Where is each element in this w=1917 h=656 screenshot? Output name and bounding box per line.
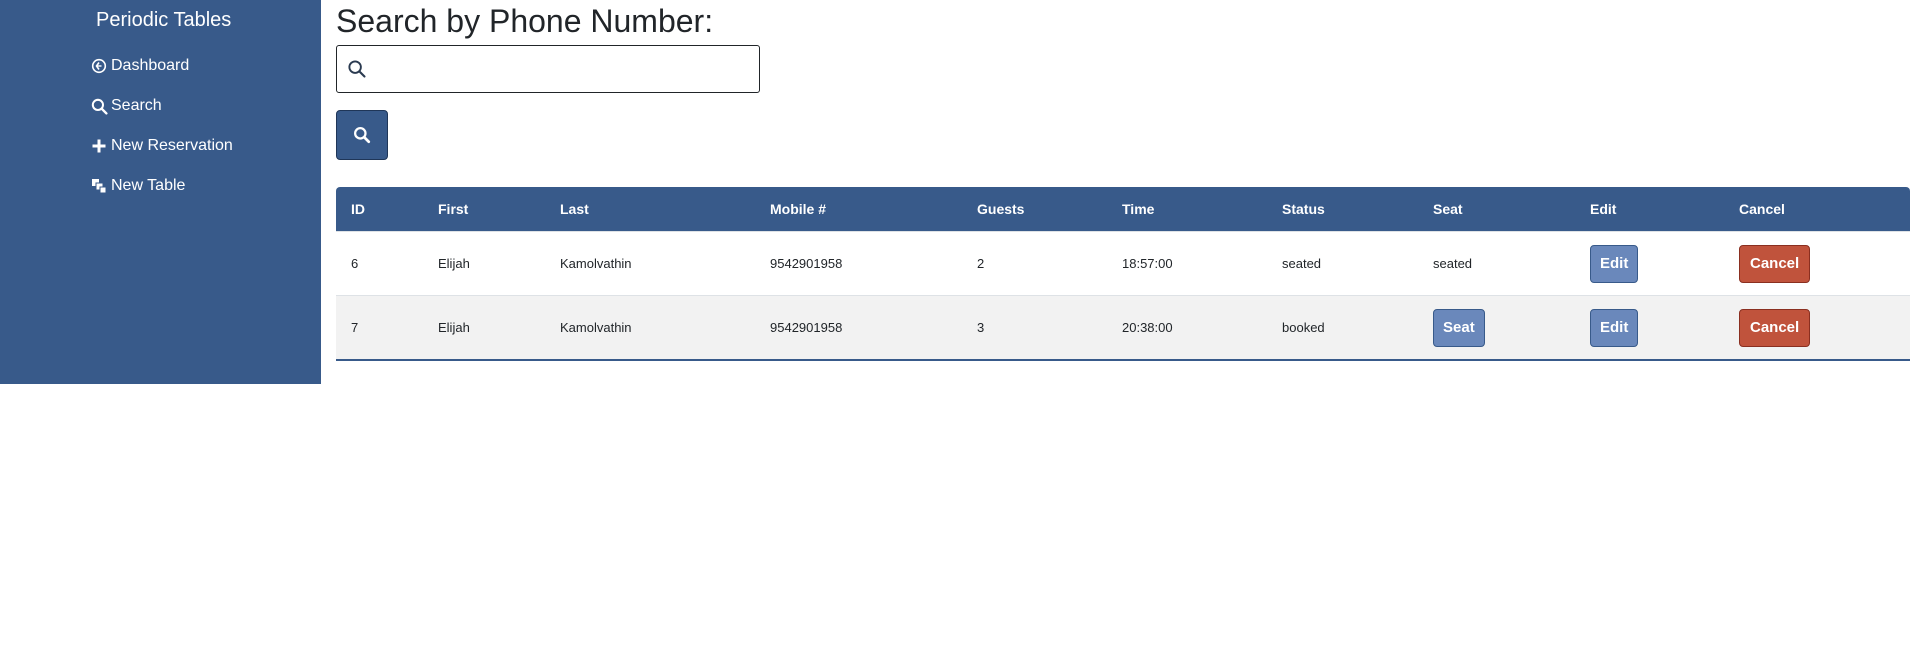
cell-time: 20:38:00 (1107, 295, 1267, 361)
header-time: Time (1122, 201, 1155, 217)
cell-guests: 3 (962, 295, 1107, 361)
cell-status: seated (1267, 231, 1418, 296)
cell-first: Elijah (423, 231, 545, 296)
header-edit: Edit (1590, 201, 1617, 217)
reservations-table: ID First Last Mobile # Guests Time Statu… (336, 187, 1910, 361)
header-cancel: Cancel (1739, 201, 1785, 217)
search-field (336, 45, 760, 93)
cell-seat-status: seated (1418, 231, 1575, 296)
search-button[interactable] (336, 110, 388, 160)
cell-last: Kamolvathin (545, 295, 755, 361)
layers-icon (90, 177, 108, 195)
sidebar-item-label: Search (111, 97, 162, 114)
dashboard-icon (90, 57, 108, 75)
cell-cancel: Cancel (1724, 231, 1910, 296)
seat-button[interactable]: Seat (1433, 308, 1485, 347)
sidebar-item-new-table[interactable]: New Table (90, 166, 233, 206)
cell-seat: Seat (1418, 295, 1575, 361)
page-title: Search by Phone Number: (336, 3, 714, 39)
phone-search-input[interactable] (367, 46, 759, 92)
cell-id: 6 (336, 231, 423, 296)
cell-cancel: Cancel (1724, 295, 1910, 361)
search-icon (353, 126, 371, 144)
header-seat: Seat (1433, 201, 1463, 217)
cell-edit: Edit (1575, 295, 1724, 361)
reservations-table-container: ID First Last Mobile # Guests Time Statu… (336, 187, 1910, 361)
cell-mobile: 9542901958 (755, 295, 962, 361)
search-icon (347, 59, 367, 79)
cell-first: Elijah (423, 295, 545, 361)
brand-title[interactable]: Periodic Tables (96, 8, 231, 32)
sidebar: Periodic Tables Dashboard Search New Res… (0, 0, 321, 384)
cell-status: booked (1267, 295, 1418, 361)
cell-id: 7 (336, 295, 423, 361)
header-mobile: Mobile # (770, 201, 827, 217)
plus-icon (90, 137, 108, 155)
header-status: Status (1282, 201, 1325, 217)
cell-edit: Edit (1575, 231, 1724, 296)
sidebar-item-dashboard[interactable]: Dashboard (90, 46, 233, 86)
header-last: Last (560, 201, 589, 217)
cell-guests: 2 (962, 231, 1107, 296)
table-header: ID First Last Mobile # Guests Time Statu… (336, 187, 1910, 232)
cell-time: 18:57:00 (1107, 231, 1267, 296)
cancel-button[interactable]: Cancel (1739, 308, 1811, 347)
table-row: 7 Elijah Kamolvathin 9542901958 3 20:38:… (336, 295, 1910, 361)
header-guests: Guests (977, 201, 1025, 217)
cancel-button[interactable]: Cancel (1739, 244, 1811, 283)
cell-mobile: 9542901958 (755, 231, 962, 296)
edit-button[interactable]: Edit (1590, 308, 1639, 347)
table-body: 6 Elijah Kamolvathin 9542901958 2 18:57:… (336, 231, 1910, 361)
sidebar-item-label: Dashboard (111, 57, 190, 74)
edit-button[interactable]: Edit (1590, 244, 1639, 283)
header-id: ID (351, 201, 365, 217)
sidebar-item-label: New Reservation (111, 137, 233, 154)
sidebar-item-new-reservation[interactable]: New Reservation (90, 126, 233, 166)
sidebar-nav: Dashboard Search New Reservation New Tab… (90, 46, 233, 206)
sidebar-item-search[interactable]: Search (90, 86, 233, 126)
header-first: First (438, 201, 469, 217)
cell-last: Kamolvathin (545, 231, 755, 296)
sidebar-item-label: New Table (111, 177, 186, 194)
search-icon (90, 97, 108, 115)
table-row: 6 Elijah Kamolvathin 9542901958 2 18:57:… (336, 231, 1910, 296)
header-row: ID First Last Mobile # Guests Time Statu… (336, 187, 1910, 232)
